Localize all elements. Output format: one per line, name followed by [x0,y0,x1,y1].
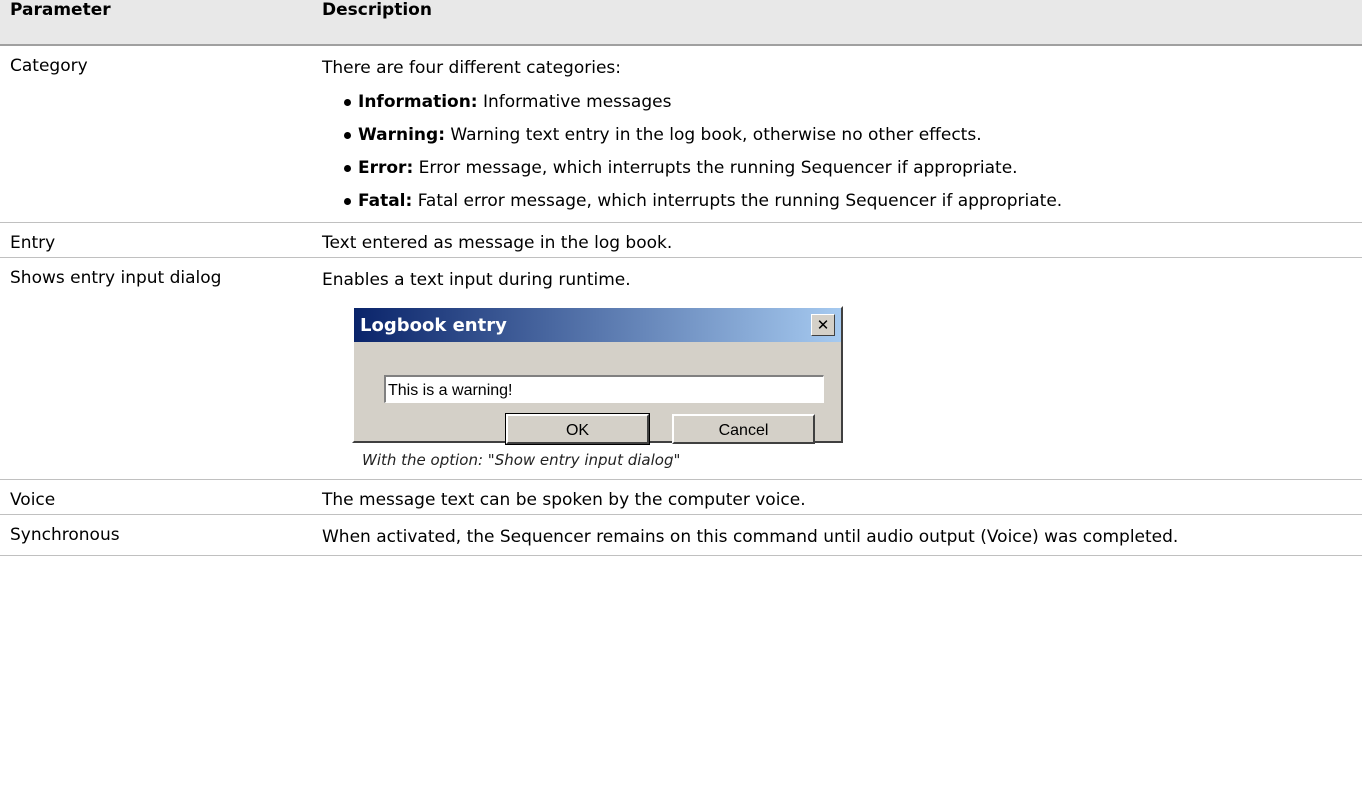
parameter-table: Parameter Description Category There are… [0,0,1362,556]
header-description: Description [314,0,1362,46]
desc-synchronous: When activated, the Sequencer remains on… [314,514,1362,556]
table-row-synchronous: Synchronous When activated, the Sequence… [0,514,1362,556]
list-item: Warning: Warning text entry in the log b… [344,123,1348,147]
param-voice: Voice [0,479,314,515]
table-header-row: Parameter Description [0,0,1362,46]
category-list: Information: Informative messages Warnin… [322,90,1348,213]
header-parameter: Parameter [0,0,314,46]
logbook-entry-dialog: Logbook entry ✕ This is a warning! OK Ca… [352,306,843,445]
category-intro: There are four different categories: [322,58,621,78]
ok-button[interactable]: OK [505,413,650,445]
term: Information: [358,92,478,112]
list-item: Error: Error message, which interrupts t… [344,156,1348,180]
param-synchronous: Synchronous [0,514,314,556]
term-text: Informative messages [477,92,672,112]
term-text: Warning text entry in the log book, othe… [445,125,982,145]
desc-dialog: Enables a text input during runtime. Log… [314,257,1362,480]
list-item: Fatal: Fatal error message, which interr… [344,189,1348,213]
table-row-voice: Voice The message text can be spoken by … [0,479,1362,515]
param-category: Category [0,45,314,223]
dialog-desc-text: Enables a text input during runtime. [322,270,631,290]
dialog-titlebar: Logbook entry ✕ [354,308,841,342]
table-row-category: Category There are four different catego… [0,45,1362,223]
list-item: Information: Informative messages [344,90,1348,114]
close-icon[interactable]: ✕ [811,314,835,336]
desc-voice: The message text can be spoken by the co… [314,479,1362,515]
param-dialog: Shows entry input dialog [0,257,314,480]
term: Fatal: [358,191,413,211]
entry-text-input[interactable]: This is a warning! [384,375,824,403]
param-entry: Entry [0,222,314,258]
desc-entry: Text entered as message in the log book. [314,222,1362,258]
table-row-dialog: Shows entry input dialog Enables a text … [0,257,1362,480]
cancel-button[interactable]: Cancel [672,414,815,444]
term-text: Error message, which interrupts the runn… [413,158,1018,178]
desc-category: There are four different categories: Inf… [314,45,1362,223]
term: Warning: [358,125,446,145]
table-row-entry: Entry Text entered as message in the log… [0,222,1362,258]
figure-caption: With the option: "Show entry input dialo… [362,451,681,469]
term-text: Fatal error message, which interrupts th… [412,191,1063,211]
dialog-title: Logbook entry [360,314,507,336]
term: Error: [358,158,414,178]
